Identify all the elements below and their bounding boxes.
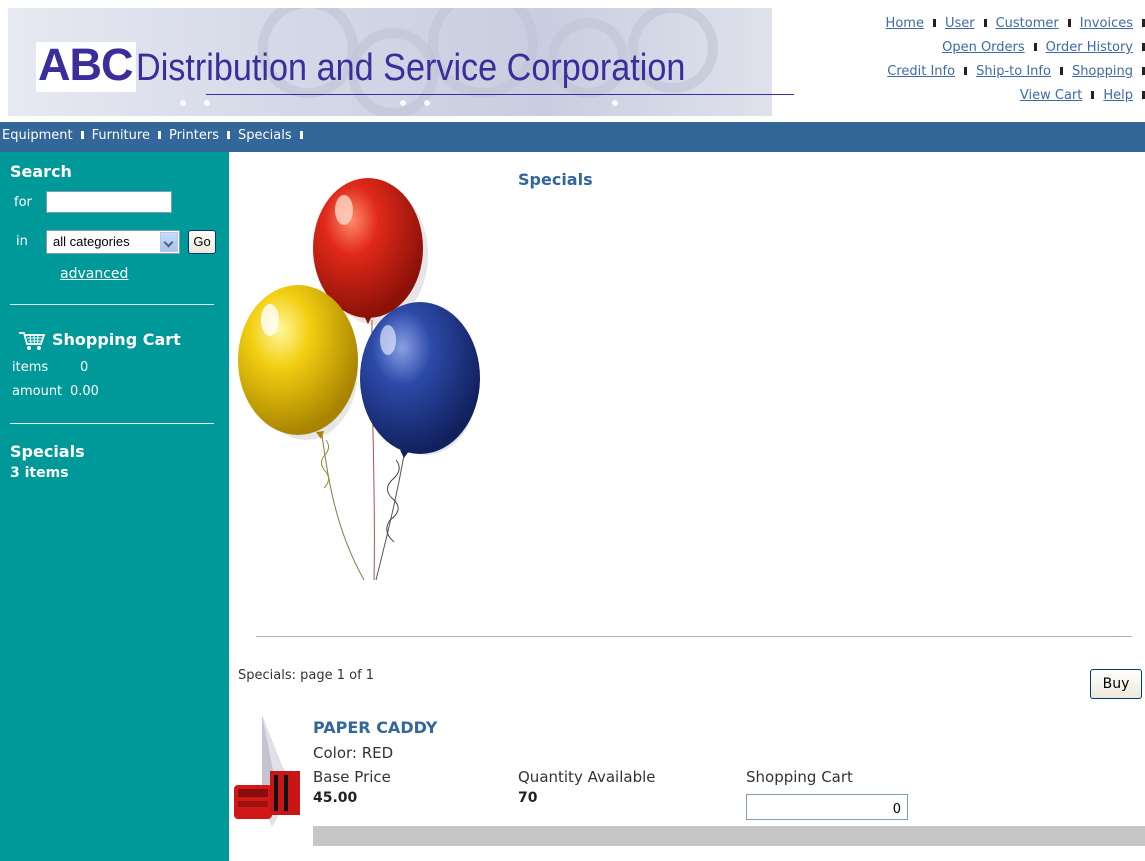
cart-amount-value: 0.00 — [70, 384, 99, 399]
product-image[interactable] — [232, 715, 312, 827]
link-order-history[interactable]: Order History — [1046, 40, 1133, 55]
advanced-search-link[interactable]: advanced — [60, 266, 128, 282]
search-title: Search — [10, 162, 72, 181]
base-price-value: 45.00 — [313, 790, 358, 806]
page-title: Specials — [518, 170, 593, 189]
cart-title: Shopping Cart — [52, 330, 181, 349]
link-open-orders[interactable]: Open Orders — [942, 40, 1025, 55]
link-help[interactable]: Help — [1103, 88, 1133, 103]
link-ship-to-info[interactable]: Ship-to Info — [976, 64, 1051, 79]
sidebar-divider — [10, 423, 214, 424]
sidebar-specials-title[interactable]: Specials — [10, 442, 85, 461]
sidebar-specials-count: 3 items — [10, 465, 69, 481]
link-view-cart[interactable]: View Cart — [1020, 88, 1082, 103]
shopping-cart-icon — [19, 332, 46, 350]
company-logo: ABC Distribution and Service Corporation — [30, 36, 794, 100]
buy-button[interactable]: Buy — [1090, 669, 1142, 699]
category-select-value: all categories — [53, 234, 130, 249]
product-name[interactable]: PAPER CADDY — [313, 718, 437, 737]
balloons-image — [238, 178, 480, 581]
pagination-text: Specials: page 1 of 1 — [238, 668, 375, 683]
cart-quantity-label: Shopping Cart — [746, 768, 853, 786]
search-go-button[interactable]: Go — [188, 230, 216, 254]
link-customer[interactable]: Customer — [996, 16, 1059, 31]
logo-abc-text: ABC — [38, 39, 133, 90]
sidebar-divider — [10, 304, 214, 305]
nav-equipment[interactable]: Equipment — [2, 128, 73, 143]
category-nav: Equipment Furniture Printers Specials — [0, 122, 1145, 152]
nav-specials[interactable]: Specials — [238, 128, 292, 143]
search-in-label: in — [16, 234, 28, 249]
link-home[interactable]: Home — [886, 16, 924, 31]
logo-company-name: Distribution and Service Corporation — [136, 47, 686, 89]
content-divider — [256, 636, 1132, 637]
cart-items-value: 0 — [80, 360, 89, 375]
link-shopping[interactable]: Shopping — [1072, 64, 1133, 79]
product-color: Color: RED — [313, 744, 394, 762]
chevron-down-icon[interactable] — [160, 232, 178, 252]
cart-amount-label: amount — [12, 384, 63, 399]
quantity-available-label: Quantity Available — [518, 768, 656, 786]
nav-printers[interactable]: Printers — [169, 128, 219, 143]
search-for-label: for — [14, 195, 32, 210]
nav-furniture[interactable]: Furniture — [92, 128, 150, 143]
top-links: Home User Customer Invoices Open Orders Orde… — [778, 12, 1145, 108]
page-header: ABC Distribution and Service Corporation… — [0, 0, 1145, 122]
sidebar: Search for in all categories Go advanced… — [0, 152, 229, 861]
link-invoices[interactable]: Invoices — [1080, 16, 1133, 31]
quantity-available-value: 70 — [518, 790, 538, 806]
base-price-label: Base Price — [313, 768, 391, 786]
link-user[interactable]: User — [945, 16, 975, 31]
link-credit-info[interactable]: Credit Info — [887, 64, 955, 79]
product-row-bar — [313, 826, 1145, 846]
category-select[interactable]: all categories — [46, 230, 180, 254]
search-input[interactable] — [46, 191, 172, 213]
cart-items-label: items — [12, 360, 49, 375]
cart-quantity-input[interactable] — [746, 794, 908, 820]
